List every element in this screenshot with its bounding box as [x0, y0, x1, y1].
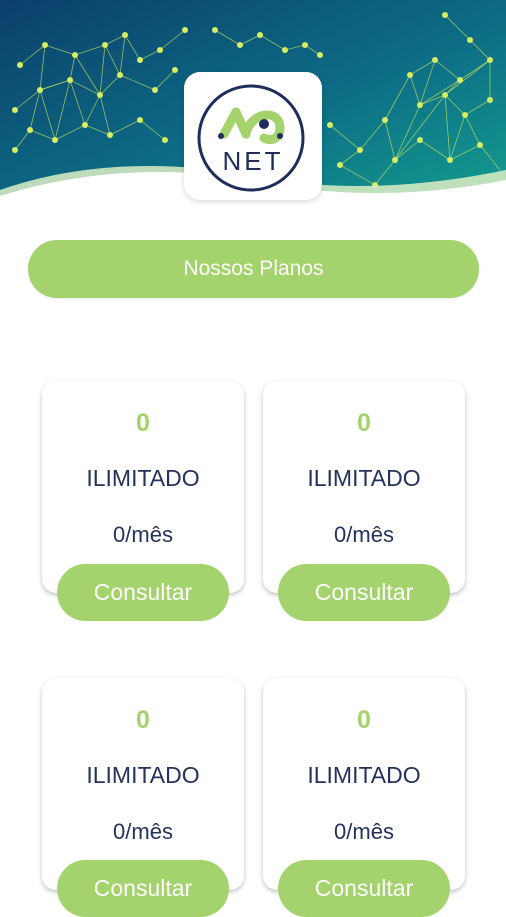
plan-card: 0 ILIMITADO 0/mês — [42, 381, 244, 593]
brand-logo — [197, 84, 305, 192]
plan-speed: 0 — [136, 706, 150, 734]
consultar-button[interactable]: Consultar — [57, 860, 229, 917]
plan-speed: 0 — [136, 409, 150, 437]
plan-type: ILIMITADO — [86, 762, 200, 788]
logo-text: NET — [222, 146, 284, 176]
plan-type: ILIMITADO — [86, 465, 200, 491]
logo-card: NET — [184, 72, 322, 200]
plan-card: 0 ILIMITADO 0/mês — [263, 678, 465, 890]
plan-type: ILIMITADO — [307, 465, 421, 491]
plan-card: 0 ILIMITADO 0/mês — [263, 381, 465, 593]
plan-speed: 0 — [357, 706, 371, 734]
nossos-planos-button[interactable]: Nossos Planos — [28, 240, 479, 298]
plan-price: 0/mês — [334, 522, 394, 547]
consultar-button[interactable]: Consultar — [278, 564, 450, 621]
plan-card: 0 ILIMITADO 0/mês — [42, 678, 244, 890]
consultar-button[interactable]: Consultar — [278, 860, 450, 917]
plan-type: ILIMITADO — [307, 762, 421, 788]
plan-price: 0/mês — [113, 819, 173, 844]
consultar-button[interactable]: Consultar — [57, 564, 229, 621]
plan-speed: 0 — [357, 409, 371, 437]
plan-price: 0/mês — [113, 522, 173, 547]
plan-price: 0/mês — [334, 819, 394, 844]
